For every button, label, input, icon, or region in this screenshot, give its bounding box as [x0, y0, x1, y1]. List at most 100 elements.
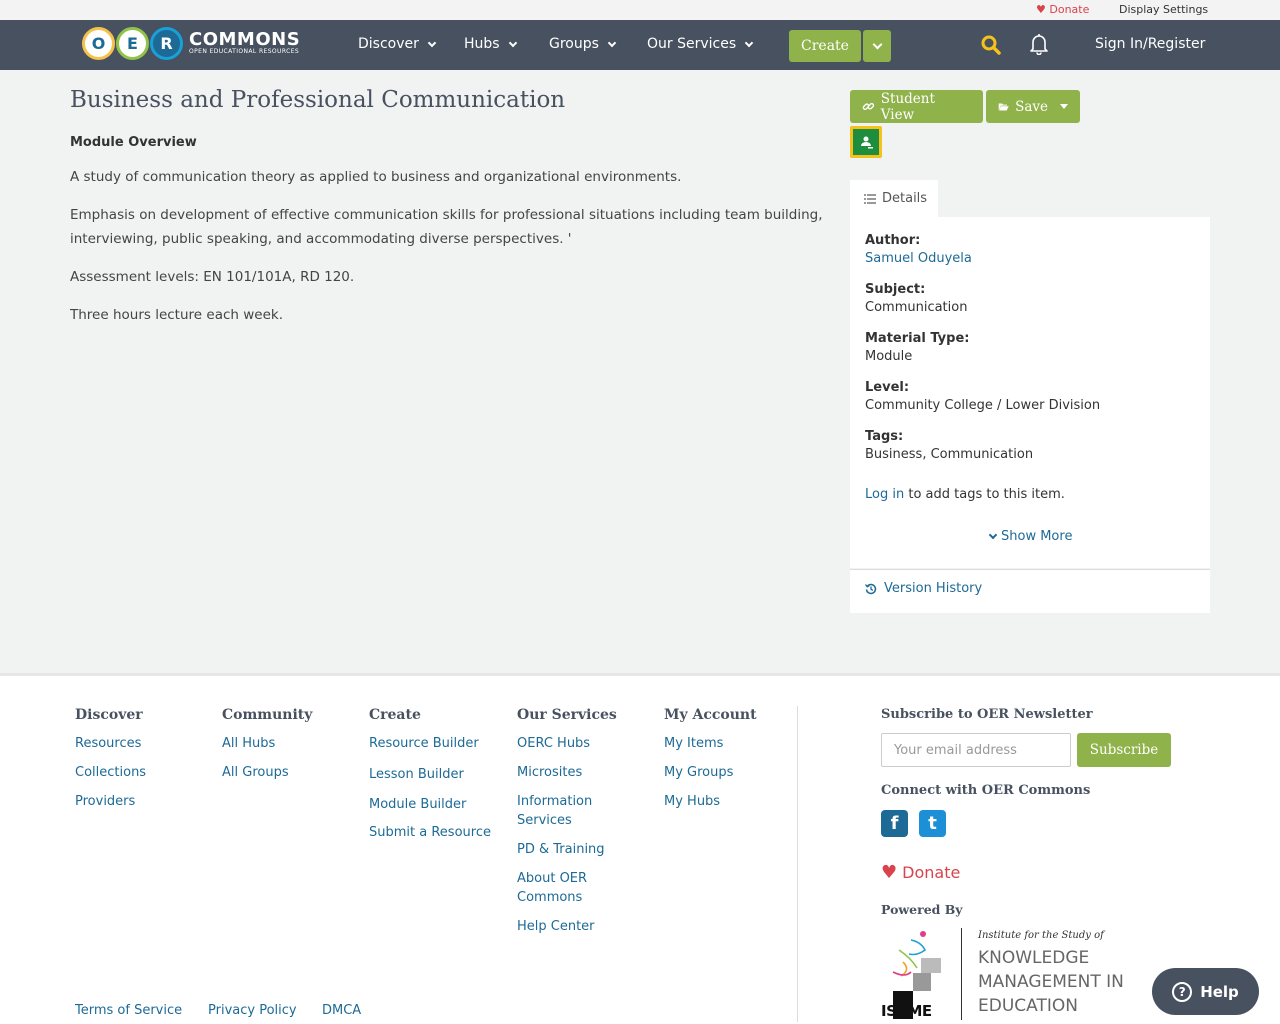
donate-link-top[interactable]: ♥ Donate: [1036, 3, 1089, 16]
footer-link-all-groups[interactable]: All Groups: [222, 763, 289, 782]
caret-down-icon: [1060, 104, 1068, 109]
tab-details[interactable]: Details: [850, 180, 938, 217]
newsletter-email-input[interactable]: Your email address: [881, 733, 1071, 767]
oer-commons-logo[interactable]: O E R COMMONS OPEN EDUCATIONAL RESOURCES: [82, 25, 300, 61]
help-button[interactable]: ? Help: [1152, 968, 1259, 1015]
material-type-label: Material Type:: [865, 331, 970, 346]
create-dropdown-button[interactable]: [863, 30, 891, 62]
site-footer: Discover Resources Collections Providers…: [0, 673, 1280, 1024]
question-circle-icon: ?: [1172, 981, 1193, 1002]
footer-community-heading: Community: [222, 707, 313, 723]
iskme-line-2: MANAGEMENT IN: [978, 972, 1124, 992]
login-link[interactable]: Log in: [865, 487, 904, 502]
save-button[interactable]: Save: [986, 90, 1080, 123]
footer-link-providers[interactable]: Providers: [75, 792, 135, 811]
footer-link-lesson-builder[interactable]: Lesson Builder: [369, 765, 464, 784]
material-type-value: Module: [865, 349, 913, 364]
footer-link-help-center[interactable]: Help Center: [517, 917, 595, 936]
iskme-tagline: Institute for the Study of: [978, 930, 1104, 941]
login-to-tag-text: Log in to add tags to this item.: [865, 487, 1065, 502]
nav-groups[interactable]: Groups: [549, 36, 617, 52]
footer-discover-heading: Discover: [75, 707, 143, 723]
subject-value: Communication: [865, 300, 968, 315]
footer-link-submit-resource[interactable]: Submit a Resource: [369, 823, 491, 842]
tags-label: Tags:: [865, 429, 904, 444]
overview-paragraph: Three hours lecture each week.: [70, 307, 283, 323]
search-icon[interactable]: [981, 35, 1001, 55]
google-classroom-share-button[interactable]: [850, 126, 882, 158]
sign-in-register-link[interactable]: Sign In/Register: [1095, 36, 1205, 52]
footer-link-information-services[interactable]: Information: [517, 792, 592, 811]
footer-link-my-items[interactable]: My Items: [664, 734, 723, 753]
iskme-line-3: EDUCATION: [978, 996, 1078, 1016]
footer-link-module-builder[interactable]: Module Builder: [369, 795, 466, 814]
footer-link-resource-builder[interactable]: Resource Builder: [369, 734, 479, 753]
nav-our-services[interactable]: Our Services: [647, 36, 754, 52]
chevron-down-icon: [607, 38, 617, 47]
iskme-divider: [961, 928, 962, 1020]
iskme-line-1: KNOWLEDGE: [978, 948, 1090, 968]
folder-open-icon: [998, 103, 1009, 110]
chevron-down-icon: [508, 38, 517, 47]
tags-value: Business, Communication: [865, 447, 1034, 462]
footer-link-pd-training[interactable]: PD & Training: [517, 840, 605, 859]
connect-heading: Connect with OER Commons: [881, 783, 1091, 798]
iskme-short-text: ISKME: [881, 1002, 932, 1020]
module-overview-heading: Module Overview: [70, 135, 197, 150]
footer-link-about-oer-commons[interactable]: Commons: [517, 888, 582, 907]
page-title: Business and Professional Communication: [70, 87, 566, 113]
chevron-down-icon: [744, 38, 754, 47]
footer-link-my-hubs[interactable]: My Hubs: [664, 792, 720, 811]
overview-paragraph: A study of communication theory as appli…: [70, 169, 682, 185]
footer-link-collections[interactable]: Collections: [75, 763, 146, 782]
version-history-link[interactable]: Version History: [865, 581, 982, 596]
overview-paragraph: Assessment levels: EN 101/101A, RD 120.: [70, 269, 355, 285]
footer-donate-link[interactable]: ♥ Donate: [881, 862, 960, 883]
author-link[interactable]: Samuel Oduyela: [865, 251, 972, 266]
bell-icon[interactable]: [1029, 33, 1049, 55]
google-classroom-icon: [853, 129, 879, 155]
student-view-button[interactable]: Student View: [850, 90, 983, 123]
terms-of-service-link[interactable]: Terms of Service: [75, 1001, 182, 1020]
footer-link-about-oer-commons[interactable]: About OER: [517, 869, 587, 888]
footer-link-resources[interactable]: Resources: [75, 734, 141, 753]
details-panel: Author: Samuel Oduyela Subject: Communic…: [850, 217, 1210, 568]
list-icon: [864, 193, 876, 204]
main-navbar: O E R COMMONS OPEN EDUCATIONAL RESOURCES…: [0, 20, 1280, 70]
nav-hubs[interactable]: Hubs: [464, 36, 517, 52]
level-label: Level:: [865, 380, 910, 395]
chevron-down-icon: [872, 39, 882, 49]
subscribe-button[interactable]: Subscribe: [1077, 733, 1171, 767]
logo-e: E: [116, 26, 149, 60]
powered-by-heading: Powered By: [881, 902, 963, 917]
footer-services-heading: Our Services: [517, 707, 617, 723]
footer-account-heading: My Account: [664, 707, 757, 723]
privacy-policy-link[interactable]: Privacy Policy: [208, 1001, 297, 1020]
footer-link-microsites[interactable]: Microsites: [517, 763, 582, 782]
display-settings-link[interactable]: Display Settings: [1119, 3, 1208, 16]
footer-link-oerc-hubs[interactable]: OERC Hubs: [517, 734, 590, 753]
logo-text: COMMONS OPEN EDUCATIONAL RESOURCES: [189, 29, 301, 55]
footer-link-my-groups[interactable]: My Groups: [664, 763, 733, 782]
subject-label: Subject:: [865, 282, 926, 297]
chevron-down-icon: [988, 530, 998, 539]
logo-r: R: [150, 26, 183, 60]
overview-paragraph: Emphasis on development of effective com…: [70, 207, 823, 247]
footer-link-information-services[interactable]: Services: [517, 811, 572, 830]
author-label: Author:: [865, 233, 921, 248]
show-more-link[interactable]: Show More: [988, 529, 1072, 544]
utility-bar: ♥ Donate Display Settings: [0, 0, 1280, 20]
facebook-icon[interactable]: f: [881, 810, 908, 837]
nav-discover[interactable]: Discover: [358, 36, 437, 52]
twitter-icon[interactable]: t: [919, 810, 946, 837]
heart-icon: ♥: [881, 862, 898, 883]
footer-link-all-hubs[interactable]: All Hubs: [222, 734, 275, 753]
heart-icon: ♥: [1036, 3, 1046, 16]
chevron-down-icon: [427, 38, 437, 47]
iskme-logo[interactable]: ISKME Institute for the Study of KNOWLED…: [881, 928, 1131, 1022]
footer-create-heading: Create: [369, 707, 421, 723]
footer-divider: [797, 706, 798, 1022]
dmca-link[interactable]: DMCA: [322, 1001, 361, 1020]
create-button[interactable]: Create: [789, 30, 861, 62]
newsletter-heading: Subscribe to OER Newsletter: [881, 707, 1093, 722]
